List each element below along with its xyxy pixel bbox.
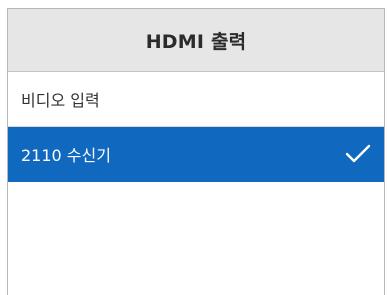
menu-item-label: 비디오 입력 (21, 91, 100, 110)
hdmi-output-panel: HDMI 출력 비디오 입력 2110 수신기 (7, 8, 385, 295)
panel-header: HDMI 출력 (8, 9, 384, 72)
menu-item-video-input[interactable]: 비디오 입력 (8, 72, 384, 127)
panel-title: HDMI 출력 (145, 30, 247, 53)
checkmark-icon (345, 143, 371, 165)
menu-item-2110-receiver[interactable]: 2110 수신기 (8, 127, 384, 182)
menu-item-label: 2110 수신기 (21, 146, 111, 165)
